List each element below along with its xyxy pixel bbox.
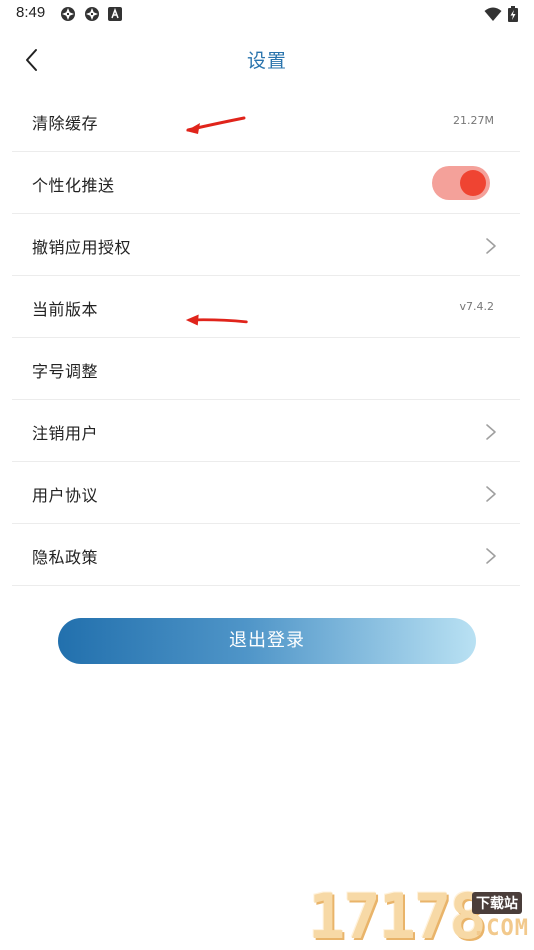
chevron-right-icon (486, 238, 496, 254)
page-title: 设置 (246, 50, 287, 72)
wifi-icon (484, 7, 502, 21)
setting-row-clear-cache[interactable]: 清除缓存 21.27M (12, 90, 520, 152)
setting-row-revoke-authorization[interactable]: 撤销应用授权 (12, 214, 520, 276)
toggle-knob (460, 170, 486, 196)
annotation-arrow-icon (185, 314, 248, 326)
setting-label: 字号调整 (32, 362, 99, 381)
setting-label: 撤销应用授权 (32, 238, 132, 257)
setting-row-user-agreement[interactable]: 用户协议 (12, 462, 520, 524)
version-value: v7.4.2 (459, 300, 495, 313)
watermark-domain: .COM (472, 916, 529, 941)
annotation-arrow-icon (186, 116, 246, 134)
watermark-badge: 下载站 (472, 892, 522, 914)
settings-screen: 8:49 设置 清除缓存 21.27M 个性化推送 撤销应用授权 当前版本 v7… (0, 0, 534, 950)
app-badge-icon (85, 7, 99, 21)
setting-row-personalized-push: 个性化推送 (12, 152, 520, 214)
status-bar: 8:49 (0, 0, 534, 28)
setting-label: 隐私政策 (32, 548, 99, 567)
setting-row-font-size[interactable]: 字号调整 (12, 338, 520, 400)
setting-label: 用户协议 (32, 486, 99, 505)
setting-label: 注销用户 (32, 424, 99, 443)
setting-label: 个性化推送 (32, 176, 115, 195)
personalized-push-toggle[interactable] (432, 166, 490, 200)
chevron-right-icon (486, 486, 496, 502)
site-watermark: 17178 下载站 .COM (308, 880, 534, 950)
app-header: 设置 (0, 28, 534, 90)
setting-label: 清除缓存 (32, 114, 99, 133)
logout-button[interactable]: 退出登录 (58, 618, 476, 664)
battery-charging-icon (508, 6, 518, 22)
status-time: 8:49 (16, 4, 46, 21)
watermark-digits: 17178 (308, 880, 487, 950)
chevron-right-icon (486, 548, 496, 564)
app-badge-icon (61, 7, 75, 21)
chevron-right-icon (486, 424, 496, 440)
settings-list: 清除缓存 21.27M 个性化推送 撤销应用授权 当前版本 v7.4.2 字号调… (12, 90, 520, 586)
setting-row-privacy-policy[interactable]: 隐私政策 (12, 524, 520, 586)
font-icon (108, 7, 122, 21)
setting-row-deregister-user[interactable]: 注销用户 (12, 400, 520, 462)
cache-size-value: 21.27M (453, 114, 494, 127)
setting-label: 当前版本 (32, 300, 99, 319)
setting-row-current-version: 当前版本 v7.4.2 (12, 276, 520, 338)
